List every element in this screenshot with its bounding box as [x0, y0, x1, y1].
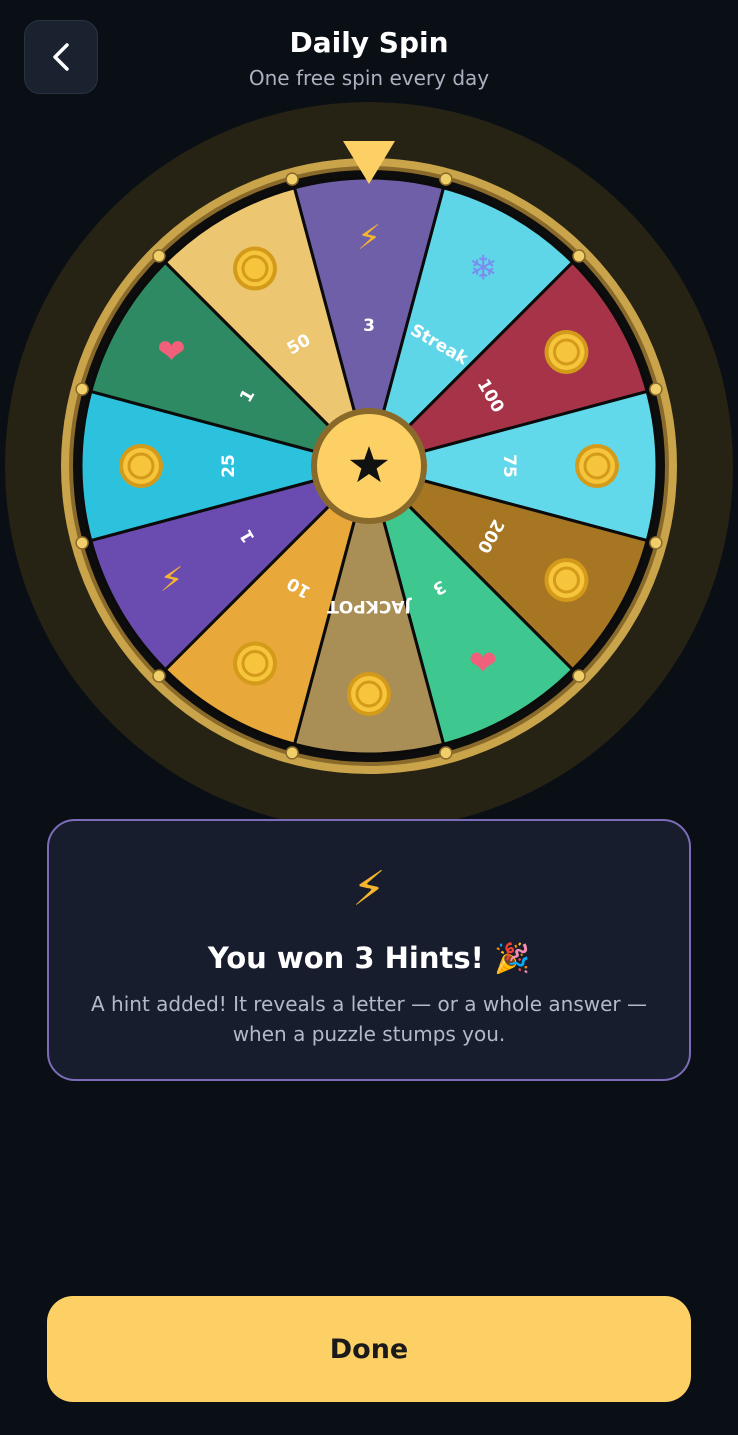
wheel-rim-dot — [285, 172, 299, 186]
wheel-rim-dot — [649, 382, 663, 396]
coin-icon — [233, 641, 277, 686]
wheel-rim-dot — [649, 536, 663, 550]
done-button[interactable]: Done — [47, 1296, 691, 1402]
heart-icon: ❤ — [469, 643, 498, 683]
wheel-rim-dot — [285, 746, 299, 760]
coin-icon — [544, 330, 589, 374]
wheel-segment-label: 25 — [219, 454, 239, 478]
lightning-icon: ⚡ — [357, 218, 381, 258]
wheel-rim-dot — [152, 249, 166, 263]
wheel-rim-dot — [75, 382, 89, 396]
result-title: You won 3 Hints! 🎉 — [207, 941, 531, 975]
wheel-segment-label: 75 — [499, 454, 519, 478]
wheel-segment-label: JACKPOT — [327, 596, 412, 616]
coin-icon — [575, 444, 619, 488]
lightning-icon: ⚡ — [160, 560, 184, 600]
coin-icon — [233, 246, 277, 291]
coin-icon — [544, 558, 589, 602]
result-description: A hint added! It reveals a letter — or a… — [91, 992, 647, 1046]
page-subtitle: One free spin every day — [248, 66, 490, 90]
spin-wheel[interactable]: 3 Streak100752003JACKPOT10125150 ⚡❄❤⚡❤ — [0, 96, 738, 824]
spin-hub-button[interactable] — [311, 408, 427, 524]
wheel-rim-dot — [572, 249, 586, 263]
snowflake-icon: ❄ — [469, 249, 498, 289]
coin-icon — [119, 444, 163, 488]
result-card: ⚡ You won 3 Hints! 🎉 A hint added! It re… — [47, 819, 691, 1081]
coin-icon — [347, 672, 391, 716]
wheel-rim-dot — [572, 669, 586, 683]
lightning-icon: ⚡ — [352, 861, 386, 917]
wheel-segment-label: 3 — [363, 316, 375, 336]
wheel-rim-dot — [152, 669, 166, 683]
wheel-rim-dot — [439, 172, 453, 186]
wheel-rim-dot — [75, 536, 89, 550]
page-title: Daily Spin — [289, 26, 449, 59]
heart-icon: ❤ — [157, 332, 186, 372]
wheel-rim-dot — [439, 746, 453, 760]
